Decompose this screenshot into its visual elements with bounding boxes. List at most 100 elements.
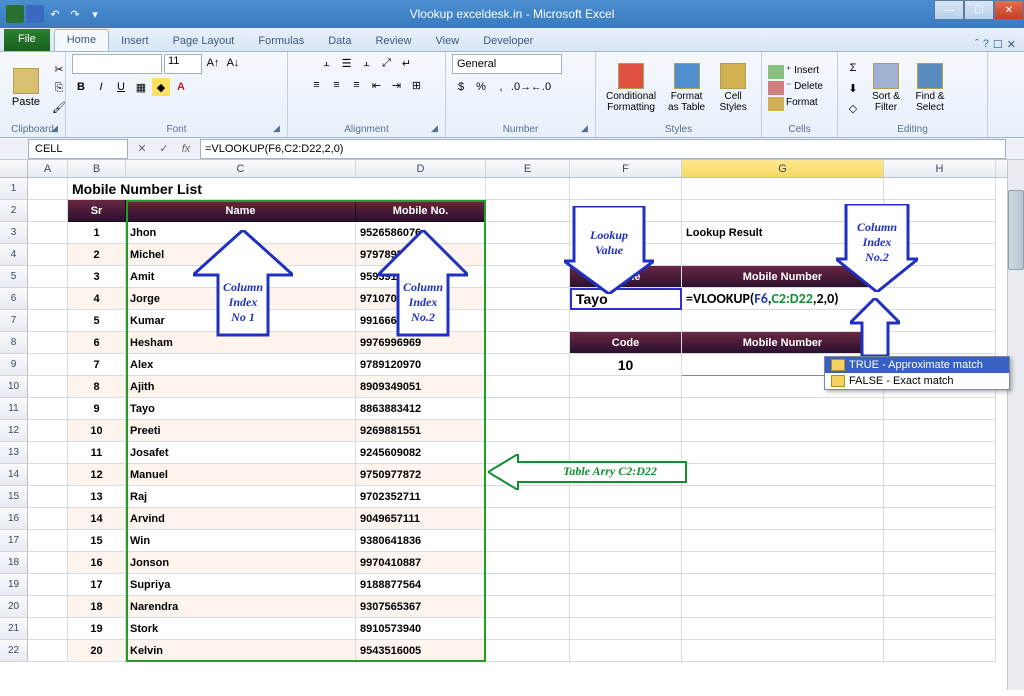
- align-middle-icon[interactable]: ☰: [338, 54, 356, 72]
- cell[interactable]: [486, 596, 570, 618]
- cell[interactable]: [570, 574, 682, 596]
- cell[interactable]: [28, 508, 68, 530]
- cell[interactable]: [570, 420, 682, 442]
- cell[interactable]: Lookup Value: [570, 222, 682, 244]
- col-header[interactable]: E: [486, 160, 570, 177]
- col-header[interactable]: G: [682, 160, 884, 177]
- cell[interactable]: [570, 640, 682, 662]
- cell[interactable]: [570, 486, 682, 508]
- grid-row[interactable]: 14Arvind9049657111: [28, 508, 1024, 530]
- cell[interactable]: [28, 486, 68, 508]
- cell-name[interactable]: Preeti: [126, 420, 356, 442]
- bold-button[interactable]: B: [72, 78, 90, 96]
- table-header[interactable]: Sr: [68, 200, 126, 222]
- cell-name[interactable]: Win: [126, 530, 356, 552]
- tab-developer[interactable]: Developer: [471, 31, 545, 51]
- cell[interactable]: [884, 266, 996, 288]
- tab-view[interactable]: View: [424, 31, 472, 51]
- cell-sr[interactable]: 2: [68, 244, 126, 266]
- cell[interactable]: 10: [570, 354, 682, 376]
- cell[interactable]: [682, 464, 884, 486]
- row-header[interactable]: 13: [0, 442, 28, 464]
- cell-mobile[interactable]: 9188877564: [356, 574, 486, 596]
- cell[interactable]: [486, 618, 570, 640]
- row-header[interactable]: 4: [0, 244, 28, 266]
- cell-mobile[interactable]: 9750977872: [356, 464, 486, 486]
- autosum-icon[interactable]: Σ: [844, 59, 862, 77]
- col-header[interactable]: D: [356, 160, 486, 177]
- maximize-button[interactable]: ☐: [964, 0, 994, 20]
- cell[interactable]: [28, 574, 68, 596]
- col-header[interactable]: B: [68, 160, 126, 177]
- cell-name[interactable]: Michel: [126, 244, 356, 266]
- cell-name[interactable]: Jhon: [126, 222, 356, 244]
- cell[interactable]: [486, 552, 570, 574]
- cell[interactable]: [884, 420, 996, 442]
- cell[interactable]: [682, 640, 884, 662]
- window-restore-icon[interactable]: ☐: [993, 38, 1003, 51]
- cell-sr[interactable]: 4: [68, 288, 126, 310]
- cell-title[interactable]: Mobile Number List: [68, 178, 486, 200]
- cell[interactable]: [28, 640, 68, 662]
- table-header[interactable]: Name: [126, 200, 356, 222]
- cell[interactable]: [570, 244, 682, 266]
- tab-file[interactable]: File: [4, 29, 50, 51]
- cell[interactable]: [570, 178, 682, 200]
- cell[interactable]: [682, 530, 884, 552]
- cell-sr[interactable]: 12: [68, 464, 126, 486]
- tab-review[interactable]: Review: [363, 31, 423, 51]
- cell[interactable]: [682, 442, 884, 464]
- cell-mobile[interactable]: 9710707544: [356, 288, 486, 310]
- enter-formula-icon[interactable]: ✓: [154, 139, 174, 159]
- format-cells-button[interactable]: Format: [768, 97, 823, 111]
- cell-name[interactable]: Raj: [126, 486, 356, 508]
- fill-icon[interactable]: ⬇: [844, 79, 862, 97]
- grid-row[interactable]: 19Stork8910573940: [28, 618, 1024, 640]
- cell-sr[interactable]: 19: [68, 618, 126, 640]
- grid-row[interactable]: 16Jonson9970410887: [28, 552, 1024, 574]
- minimize-button[interactable]: —: [934, 0, 964, 20]
- cell-sr[interactable]: 1: [68, 222, 126, 244]
- orientation-icon[interactable]: ⤢: [378, 54, 396, 72]
- cell[interactable]: [28, 618, 68, 640]
- cell-styles-button[interactable]: Cell Styles: [713, 61, 753, 115]
- cell-mobile[interactable]: 9380641836: [356, 530, 486, 552]
- cell[interactable]: Lookup Result: [682, 222, 884, 244]
- cell[interactable]: [682, 200, 884, 222]
- cell-mobile[interactable]: 9307565367: [356, 596, 486, 618]
- cell-sr[interactable]: 18: [68, 596, 126, 618]
- font-select[interactable]: [72, 54, 162, 74]
- cell[interactable]: [570, 376, 682, 398]
- cell[interactable]: [28, 354, 68, 376]
- cell[interactable]: [570, 530, 682, 552]
- window-close-icon[interactable]: ✕: [1007, 38, 1016, 51]
- cell[interactable]: [570, 552, 682, 574]
- grid-row[interactable]: 15Win9380641836: [28, 530, 1024, 552]
- cell[interactable]: [28, 200, 68, 222]
- cell[interactable]: [682, 310, 884, 332]
- cell-mobile[interactable]: 9976996969: [356, 332, 486, 354]
- cell-sr[interactable]: 7: [68, 354, 126, 376]
- close-button[interactable]: ✕: [994, 0, 1024, 20]
- cell-mobile[interactable]: 8909349051: [356, 376, 486, 398]
- cell[interactable]: [28, 222, 68, 244]
- row-header[interactable]: 21: [0, 618, 28, 640]
- find-select-button[interactable]: Find & Select: [910, 61, 950, 115]
- col-header[interactable]: C: [126, 160, 356, 177]
- align-top-icon[interactable]: ⫠: [318, 54, 336, 72]
- cell[interactable]: [486, 376, 570, 398]
- cell-sr[interactable]: 13: [68, 486, 126, 508]
- grid-row[interactable]: 10Preeti9269881551: [28, 420, 1024, 442]
- conditional-formatting-button[interactable]: Conditional Formatting: [602, 61, 660, 115]
- decrease-font-icon[interactable]: A↓: [224, 54, 242, 72]
- cell[interactable]: [486, 354, 570, 376]
- cell[interactable]: [486, 266, 570, 288]
- grid-row[interactable]: 5Kumar9916662539: [28, 310, 1024, 332]
- grid-row[interactable]: 6Hesham9976996969CodeMobile Number: [28, 332, 1024, 354]
- grid-row[interactable]: SrNameMobile No.: [28, 200, 1024, 222]
- cell[interactable]: [884, 222, 996, 244]
- fill-color-icon[interactable]: ◆: [152, 78, 170, 96]
- row-header[interactable]: 1: [0, 178, 28, 200]
- save-icon[interactable]: [26, 5, 44, 23]
- font-launcher-icon[interactable]: ◢: [273, 123, 285, 135]
